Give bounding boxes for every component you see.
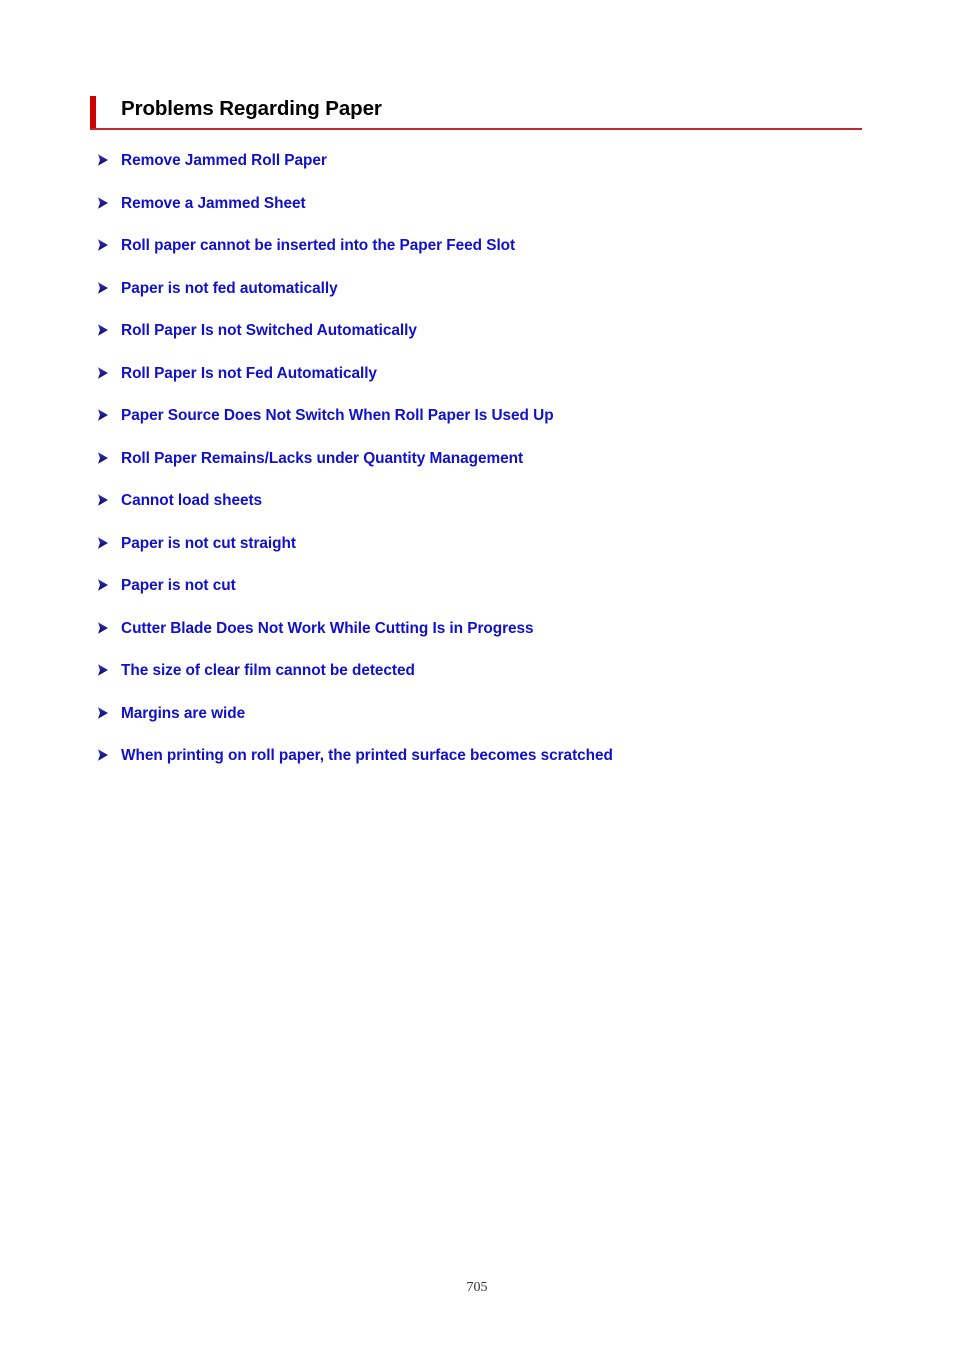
topic-link[interactable]: Cannot load sheets <box>121 490 262 511</box>
title-divider <box>90 128 862 130</box>
list-item[interactable]: Cutter Blade Does Not Work While Cutting… <box>96 618 896 661</box>
triangle-right-icon <box>96 323 110 344</box>
triangle-right-icon <box>96 366 110 387</box>
topic-link[interactable]: Roll Paper Is not Switched Automatically <box>121 320 417 341</box>
page-number: 705 <box>466 1280 488 1295</box>
topic-link[interactable]: Roll Paper Remains/Lacks under Quantity … <box>121 448 523 469</box>
list-item[interactable]: The size of clear film cannot be detecte… <box>96 660 896 703</box>
triangle-right-icon <box>96 153 110 174</box>
topic-link-list: Remove Jammed Roll Paper Remove a Jammed … <box>96 150 896 788</box>
list-item[interactable]: Cannot load sheets <box>96 490 896 533</box>
list-item[interactable]: Roll paper cannot be inserted into the P… <box>96 235 896 278</box>
document-page: Problems Regarding Paper Remove Jammed R… <box>0 0 954 1350</box>
triangle-right-icon <box>96 663 110 684</box>
topic-link[interactable]: Remove a Jammed Sheet <box>121 193 306 214</box>
list-item[interactable]: Roll Paper Is not Fed Automatically <box>96 363 896 406</box>
title-accent-bar <box>90 96 96 130</box>
list-item[interactable]: Roll Paper Is not Switched Automatically <box>96 320 896 363</box>
list-item[interactable]: Roll Paper Remains/Lacks under Quantity … <box>96 448 896 491</box>
triangle-right-icon <box>96 748 110 769</box>
topic-link[interactable]: Paper Source Does Not Switch When Roll P… <box>121 405 554 426</box>
topic-link[interactable]: Paper is not fed automatically <box>121 278 338 299</box>
topic-link[interactable]: Cutter Blade Does Not Work While Cutting… <box>121 618 534 639</box>
topic-link[interactable]: Paper is not cut straight <box>121 533 296 554</box>
triangle-right-icon <box>96 451 110 472</box>
topic-link[interactable]: Margins are wide <box>121 703 245 724</box>
triangle-right-icon <box>96 281 110 302</box>
triangle-right-icon <box>96 536 110 557</box>
topic-link[interactable]: The size of clear film cannot be detecte… <box>121 660 415 681</box>
topic-link[interactable]: Roll Paper Is not Fed Automatically <box>121 363 377 384</box>
list-item[interactable]: Margins are wide <box>96 703 896 746</box>
triangle-right-icon <box>96 408 110 429</box>
list-item[interactable]: Paper is not cut straight <box>96 533 896 576</box>
list-item[interactable]: Paper is not fed automatically <box>96 278 896 321</box>
list-item[interactable]: When printing on roll paper, the printed… <box>96 745 896 788</box>
list-item[interactable]: Remove Jammed Roll Paper <box>96 150 896 193</box>
topic-link[interactable]: When printing on roll paper, the printed… <box>121 745 613 766</box>
page-title: Problems Regarding Paper <box>121 97 382 120</box>
triangle-right-icon <box>96 621 110 642</box>
triangle-right-icon <box>96 578 110 599</box>
topic-link[interactable]: Remove Jammed Roll Paper <box>121 150 327 171</box>
list-item[interactable]: Remove a Jammed Sheet <box>96 193 896 236</box>
topic-link[interactable]: Paper is not cut <box>121 575 236 596</box>
list-item[interactable]: Paper Source Does Not Switch When Roll P… <box>96 405 896 448</box>
list-item[interactable]: Paper is not cut <box>96 575 896 618</box>
triangle-right-icon <box>96 493 110 514</box>
triangle-right-icon <box>96 196 110 217</box>
page-title-block: Problems Regarding Paper <box>90 94 862 132</box>
triangle-right-icon <box>96 706 110 727</box>
triangle-right-icon <box>96 238 110 259</box>
topic-link[interactable]: Roll paper cannot be inserted into the P… <box>121 235 515 256</box>
